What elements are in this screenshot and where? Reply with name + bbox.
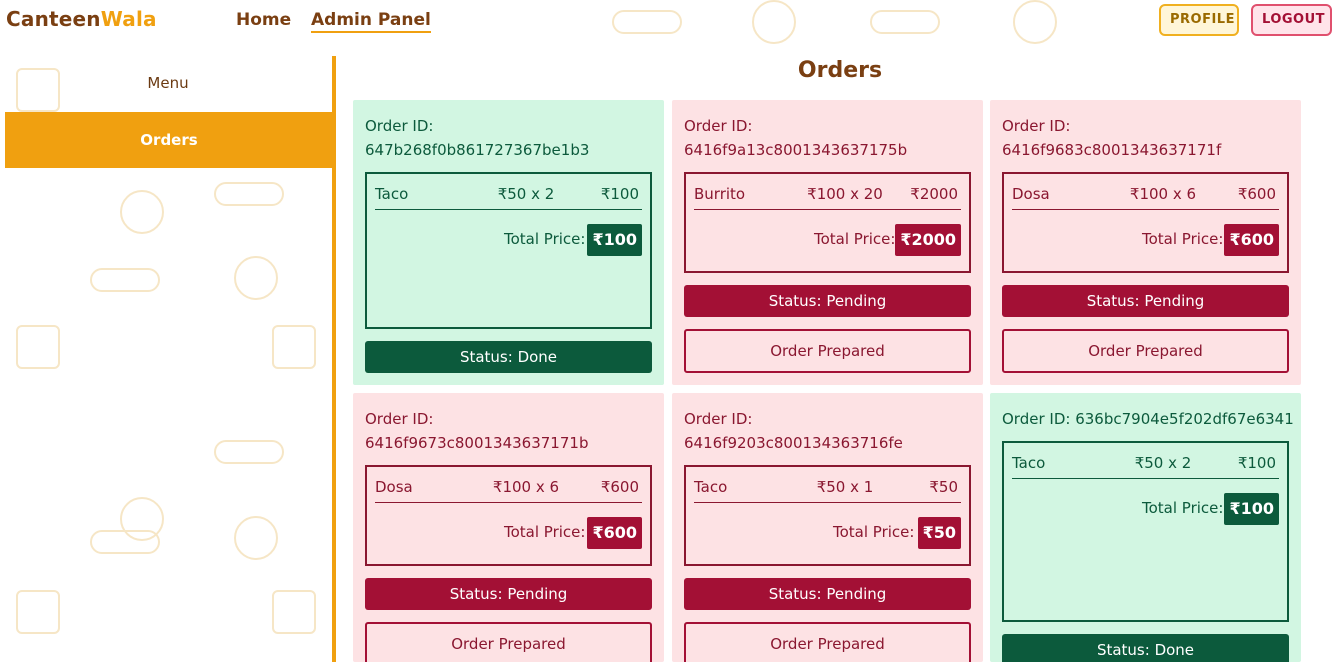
- item-name: Burrito: [694, 185, 746, 203]
- order-item-row: Taco ₹50 x 2 ₹100: [1012, 453, 1279, 479]
- order-id-value: 636bc7904e5f202df67e6341: [1075, 410, 1294, 428]
- total-price-badge: ₹50: [917, 517, 961, 549]
- admin-sidebar: Menu Orders: [0, 56, 336, 662]
- item-name: Taco: [694, 478, 728, 496]
- total-price-badge: ₹2000: [895, 224, 961, 256]
- item-name: Dosa: [375, 478, 413, 496]
- order-item-row: Taco ₹50 x 2 ₹100: [375, 184, 642, 210]
- total-price-label: Total Price:: [1142, 230, 1224, 248]
- total-price-label: Total Price:: [504, 523, 586, 541]
- order-items-box: Taco ₹50 x 2 ₹100 Total Price: ₹100: [365, 172, 652, 329]
- total-price-badge: ₹600: [1224, 224, 1279, 256]
- order-id-label: Order ID:: [684, 117, 753, 135]
- item-quantity: ₹100 x 20: [807, 185, 883, 203]
- order-card: Order ID: 647b268f0b861727367be1b3 Taco ₹…: [353, 100, 664, 385]
- order-items-box: Dosa ₹100 x 6 ₹600 Total Price: ₹600: [365, 465, 652, 566]
- order-prepared-button[interactable]: Order Prepared: [1002, 329, 1289, 373]
- order-id-value: 6416f9673c8001343637171b: [365, 434, 589, 452]
- order-card: Order ID: 6416f9673c8001343637171b Dosa ₹…: [353, 393, 664, 662]
- item-subtotal: ₹100: [1237, 454, 1276, 472]
- order-prepared-button[interactable]: Order Prepared: [365, 622, 652, 662]
- sidebar-item-menu[interactable]: Menu: [0, 74, 336, 92]
- total-price-label: Total Price:: [1142, 499, 1224, 517]
- item-quantity: ₹50 x 2: [1134, 454, 1192, 472]
- order-item-row: Dosa ₹100 x 6 ₹600: [375, 477, 642, 503]
- order-id-label: Order ID:: [365, 410, 434, 428]
- item-quantity: ₹50 x 1: [816, 478, 874, 496]
- total-price-badge: ₹600: [587, 517, 642, 549]
- order-prepared-button[interactable]: Order Prepared: [684, 329, 971, 373]
- order-card: Order ID: 6416f9203c800134363716fe Taco ₹…: [672, 393, 983, 662]
- item-name: Taco: [1012, 454, 1046, 472]
- order-id: Order ID: 6416f9a13c8001343637175b: [684, 114, 976, 162]
- item-subtotal: ₹2000: [910, 185, 958, 203]
- item-quantity: ₹100 x 6: [492, 478, 560, 496]
- order-items-box: Taco ₹50 x 2 ₹100 Total Price: ₹100: [1002, 441, 1289, 622]
- order-prepared-button[interactable]: Order Prepared: [684, 622, 971, 662]
- order-items-box: Burrito ₹100 x 20 ₹2000 Total Price: ₹20…: [684, 172, 971, 273]
- order-id-label: Order ID:: [365, 117, 434, 135]
- order-item-row: Burrito ₹100 x 20 ₹2000: [694, 184, 961, 210]
- order-items-box: Taco ₹50 x 1 ₹50 Total Price: ₹50: [684, 465, 971, 566]
- total-price-badge: ₹100: [587, 224, 642, 256]
- status-badge: Status: Pending: [365, 578, 652, 610]
- status-badge: Status: Done: [365, 341, 652, 373]
- item-subtotal: ₹600: [1237, 185, 1276, 203]
- status-badge: Status: Pending: [684, 578, 971, 610]
- order-id: Order ID: 6416f9673c8001343637171b: [365, 407, 657, 455]
- item-quantity: ₹100 x 6: [1129, 185, 1197, 203]
- total-price-label: Total Price:: [833, 523, 915, 541]
- order-card: Order ID: 6416f9683c8001343637171f Dosa ₹…: [990, 100, 1301, 385]
- nav-home-link[interactable]: Home: [236, 10, 291, 30]
- order-id: Order ID: 6416f9683c8001343637171f: [1002, 114, 1294, 162]
- order-card: Order ID: 6416f9a13c8001343637175b Burrit…: [672, 100, 983, 385]
- profile-button[interactable]: PROFILE: [1159, 4, 1239, 36]
- status-badge: Status: Done: [1002, 634, 1289, 662]
- order-id-label: Order ID:: [684, 410, 753, 428]
- order-id: Order ID: 6416f9203c800134363716fe: [684, 407, 976, 455]
- total-price-badge: ₹100: [1224, 493, 1279, 525]
- logout-button[interactable]: LOGOUT: [1251, 4, 1332, 36]
- order-id-label: Order ID:: [1002, 410, 1071, 428]
- item-quantity: ₹50 x 2: [497, 185, 555, 203]
- brand-logo[interactable]: CanteenWala: [6, 7, 157, 31]
- order-id-value: 6416f9a13c8001343637175b: [684, 141, 908, 159]
- brand-name-part2: Wala: [100, 7, 157, 31]
- order-id-label: Order ID:: [1002, 117, 1071, 135]
- order-items-box: Dosa ₹100 x 6 ₹600 Total Price: ₹600: [1002, 172, 1289, 273]
- total-price-label: Total Price:: [814, 230, 896, 248]
- brand-name-part1: Canteen: [6, 7, 101, 31]
- order-id: Order ID: 636bc7904e5f202df67e6341: [1002, 407, 1294, 431]
- item-subtotal: ₹100: [600, 185, 639, 203]
- item-subtotal: ₹600: [600, 478, 639, 496]
- nav-admin-panel-link[interactable]: Admin Panel: [311, 10, 431, 33]
- top-navbar: CanteenWala Home Admin Panel PROFILE LOG…: [0, 0, 1340, 42]
- order-id-value: 647b268f0b861727367be1b3: [365, 141, 590, 159]
- order-id-value: 6416f9203c800134363716fe: [684, 434, 903, 452]
- order-item-row: Dosa ₹100 x 6 ₹600: [1012, 184, 1279, 210]
- order-item-row: Taco ₹50 x 1 ₹50: [694, 477, 961, 503]
- total-price-label: Total Price:: [504, 230, 586, 248]
- order-id-value: 6416f9683c8001343637171f: [1002, 141, 1222, 159]
- order-id: Order ID: 647b268f0b861727367be1b3: [365, 114, 657, 162]
- item-subtotal: ₹50: [929, 478, 958, 496]
- order-card: Order ID: 636bc7904e5f202df67e6341 Taco …: [990, 393, 1301, 662]
- page-title: Orders: [797, 58, 883, 83]
- sidebar-item-orders[interactable]: Orders: [5, 112, 333, 168]
- item-name: Taco: [375, 185, 409, 203]
- sidebar-divider: [332, 56, 336, 662]
- status-badge: Status: Pending: [1002, 285, 1289, 317]
- item-name: Dosa: [1012, 185, 1050, 203]
- status-badge: Status: Pending: [684, 285, 971, 317]
